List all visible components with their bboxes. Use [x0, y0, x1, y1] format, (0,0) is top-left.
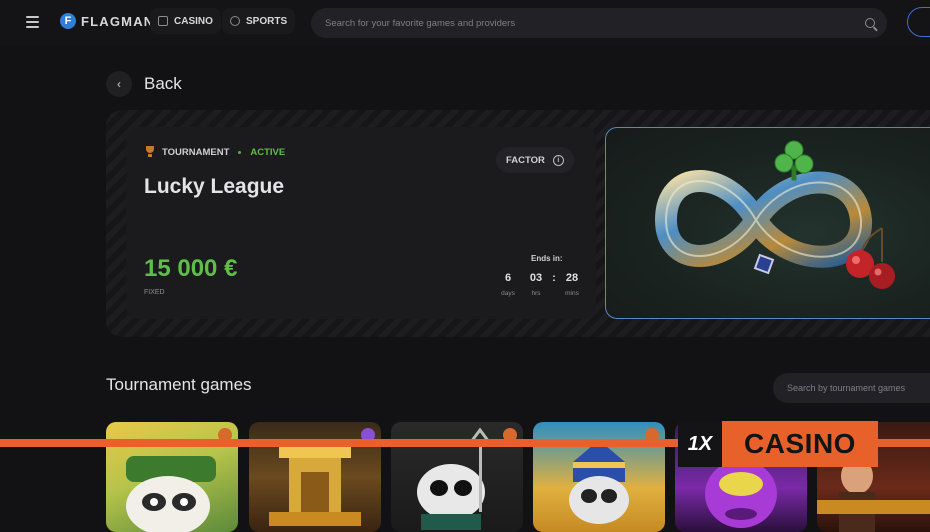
tournament-info-panel: TOURNAMENT ACTIVE FACTOR i Lucky League … — [126, 127, 596, 319]
login-button[interactable] — [907, 7, 930, 37]
timer-minutes: 28 mins — [558, 272, 586, 297]
timer-hours-unit: hrs — [531, 290, 541, 297]
tournament-image — [605, 127, 930, 319]
timer-hours: 03 hrs — [522, 272, 550, 297]
timer-minutes-value: 28 — [565, 272, 579, 284]
timer-separator: : — [552, 272, 556, 284]
timer-days-value: 6 — [504, 272, 512, 284]
global-search-input[interactable] — [323, 16, 865, 30]
casino-icon — [158, 16, 168, 26]
nav-tab-sports-label: SPORTS — [246, 15, 288, 27]
timer-days: 6 days — [494, 272, 522, 297]
logo[interactable]: F FLAGMAN — [60, 10, 154, 32]
tournament-type-label: TOURNAMENT — [162, 146, 230, 158]
global-search — [311, 8, 887, 38]
back-button[interactable]: ‹ Back — [106, 71, 182, 97]
tournament-title: Lucky League — [144, 175, 285, 198]
back-label: Back — [144, 74, 182, 93]
timer-minutes-unit: mins — [565, 290, 579, 297]
infinity-clover-cherries-icon — [655, 140, 895, 289]
tournament-games-title: Tournament games — [106, 375, 252, 394]
watermark-logo: 1X CASINO — [678, 421, 878, 467]
timer-days-unit: days — [501, 290, 515, 297]
ends-in-label: Ends in: — [531, 254, 563, 263]
nav-tab-sports[interactable]: SPORTS — [222, 8, 296, 34]
hamburger-menu-icon[interactable] — [22, 12, 44, 32]
countdown-timer: 6 days 03 hrs : 28 mins — [494, 272, 586, 297]
factor-label: FACTOR — [506, 154, 545, 166]
info-icon: i — [552, 154, 564, 166]
prize-amount: 15 000 € — [144, 255, 238, 282]
games-search-input[interactable] — [785, 382, 930, 394]
search-icon[interactable] — [865, 18, 875, 28]
tournament-status-row: TOURNAMENT ACTIVE — [144, 146, 285, 158]
factor-button[interactable]: FACTOR i — [496, 147, 574, 173]
watermark-text: CASINO — [722, 421, 878, 467]
status-badge: ACTIVE — [250, 146, 286, 158]
chevron-left-icon: ‹ — [106, 71, 132, 97]
nav-tab-casino-label: CASINO — [174, 15, 213, 27]
prize-type: FIXED — [144, 289, 165, 296]
logo-text: FLAGMAN — [81, 13, 155, 29]
games-search — [773, 373, 930, 403]
watermark-mark: 1X — [678, 421, 722, 467]
status-dot — [238, 150, 242, 154]
tournament-card: TOURNAMENT ACTIVE FACTOR i Lucky League … — [106, 110, 930, 337]
logo-mark: F — [60, 13, 76, 29]
timer-hours-value: 03 — [529, 272, 543, 284]
top-bar: F FLAGMAN CASINO SPORTS — [0, 0, 930, 46]
trophy-icon — [144, 146, 156, 158]
nav-tab-casino[interactable]: CASINO — [150, 8, 221, 34]
sports-ball-icon — [230, 16, 240, 26]
